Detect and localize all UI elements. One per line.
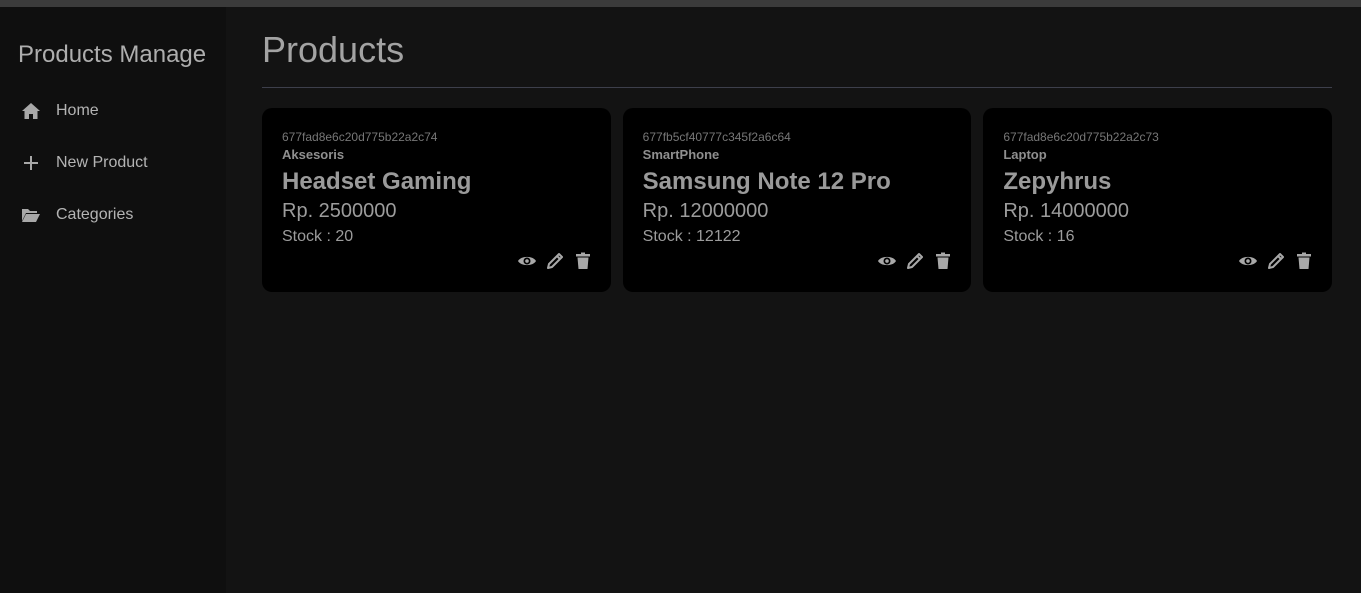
product-category: SmartPhone [642,147,720,162]
product-list: 677fad8e6c20d775b22a2c74 Aksesoris Heads… [262,108,1333,292]
sidebar-item-new-product[interactable]: New Product [20,149,148,177]
product-id: 677fb5cf40777c345f2a6c64 [642,130,791,144]
home-icon [20,100,42,122]
main-content: Products 677fad8e6c20d775b22a2c74 Akseso… [226,7,1361,593]
sidebar-item-label: Home [56,102,99,119]
brand-title: Products Manage [18,41,207,68]
product-card: 677fad8e6c20d775b22a2c74 Aksesoris Heads… [262,108,611,292]
stock-label: Stock : [642,228,697,245]
product-card: 677fad8e6c20d775b22a2c73 Laptop Zepyhrus… [983,108,1333,292]
product-id: 677fad8e6c20d775b22a2c73 [1003,130,1159,144]
trash-icon[interactable] [933,251,953,271]
sidebar: Products Manage Home New Product Categor… [0,7,226,593]
product-stock: Stock : 16 [1003,228,1074,246]
product-price: Rp. 2500000 [282,200,397,222]
trash-icon[interactable] [1294,251,1314,271]
plus-icon [20,152,42,174]
product-id: 677fad8e6c20d775b22a2c74 [282,130,438,144]
eye-icon[interactable] [517,251,537,271]
product-actions [517,251,593,271]
title-divider [262,87,1332,88]
stock-value: 12122 [696,228,741,245]
stock-label: Stock : [1003,228,1057,245]
stock-label: Stock : [282,228,336,245]
product-category: Aksesoris [282,147,345,162]
product-name: Samsung Note 12 Pro [642,168,891,195]
stock-value: 20 [335,228,354,245]
trash-icon[interactable] [573,251,593,271]
product-name: Zepyhrus [1003,168,1112,195]
sidebar-item-home[interactable]: Home [20,97,99,125]
product-stock: Stock : 20 [282,228,353,246]
window-top-bar [0,0,1361,7]
pencil-icon[interactable] [905,251,925,271]
sidebar-item-label: Categories [56,206,134,223]
page-title: Products [262,29,405,70]
pencil-icon[interactable] [545,251,565,271]
product-price: Rp. 12000000 [642,200,769,222]
product-actions [1238,251,1314,271]
folder-open-icon [20,204,42,226]
product-card: 677fb5cf40777c345f2a6c64 SmartPhone Sams… [622,108,972,292]
sidebar-item-categories[interactable]: Categories [20,201,133,229]
product-actions [877,251,953,271]
pencil-icon[interactable] [1266,251,1286,271]
stock-value: 16 [1056,228,1075,245]
product-stock: Stock : 12122 [643,228,741,246]
sidebar-item-label: New Product [56,154,148,171]
eye-icon[interactable] [877,251,897,271]
product-name: Headset Gaming [282,168,472,195]
eye-icon[interactable] [1238,251,1258,271]
product-category: Laptop [1003,147,1047,162]
product-price: Rp. 14000000 [1003,200,1130,222]
